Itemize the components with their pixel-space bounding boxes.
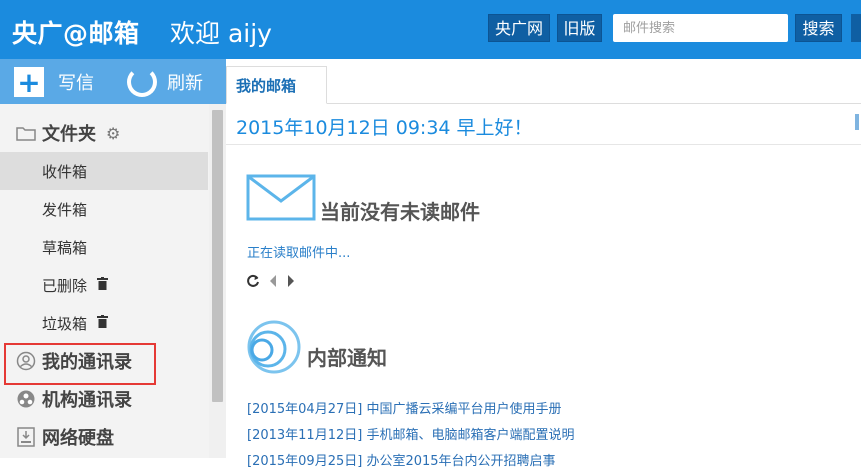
tab-my-mailbox[interactable]: 我的邮箱 xyxy=(226,66,327,104)
brand-logo: 央广@邮箱 xyxy=(12,19,140,48)
tab-bar: 我的邮箱 xyxy=(226,59,861,104)
cnr-link-button[interactable]: 央广网 xyxy=(488,14,550,42)
divider xyxy=(226,144,861,145)
sidebar-scrollbar[interactable] xyxy=(209,104,226,458)
folders-header[interactable]: 文件夹 ⚙ xyxy=(0,114,208,152)
old-version-button[interactable]: 旧版 xyxy=(557,14,602,42)
notices-title: 内部通知 xyxy=(307,346,387,370)
notice-rings-icon xyxy=(246,319,302,379)
sidebar-item-label: 发件箱 xyxy=(42,200,88,219)
greeting-text: 2015年10月12日 09:34 早上好！ xyxy=(236,117,533,139)
disk-icon xyxy=(14,427,38,447)
header-edge-button[interactable] xyxy=(851,14,861,42)
notice-link[interactable]: [2015年09月25日] 办公室2015年台内公开招聘启事 xyxy=(247,450,556,469)
refresh-small-icon[interactable] xyxy=(246,273,260,292)
top-header: 央广@邮箱 欢迎 aijy 央广网 旧版 搜索 xyxy=(0,0,861,59)
sidebar-item-inbox[interactable]: 收件箱 xyxy=(0,152,208,190)
sidebar-item-deleted[interactable]: 已删除 xyxy=(0,266,208,304)
envelope-icon xyxy=(246,174,316,225)
sidebar-item-org-contacts[interactable]: 机构通讯录 xyxy=(0,380,208,418)
notice-link[interactable]: [2015年04月27日] 中国广播云采编平台用户使用手册 xyxy=(247,398,561,417)
sidebar-item-label: 草稿箱 xyxy=(42,238,88,257)
sidebar-item-outbox[interactable]: 发件箱 xyxy=(0,190,208,228)
sidebar-item-spam[interactable]: 垃圾箱 xyxy=(0,304,208,342)
scrollbar-thumb[interactable] xyxy=(212,110,223,402)
search-button[interactable]: 搜索 xyxy=(795,14,842,42)
sidebar-item-label: 已删除 xyxy=(42,276,88,295)
sidebar-item-label: 垃圾箱 xyxy=(42,314,88,333)
folder-icon xyxy=(14,125,38,141)
compose-button[interactable]: + 写信 xyxy=(14,59,94,104)
prev-arrow-icon[interactable] xyxy=(268,273,278,292)
org-contacts-icon xyxy=(14,389,38,409)
org-contacts-label: 机构通讯录 xyxy=(42,390,132,411)
refresh-label: 刷新 xyxy=(167,72,203,94)
mail-controls xyxy=(246,273,296,292)
net-disk-label: 网络硬盘 xyxy=(42,428,114,449)
mail-search-input[interactable] xyxy=(613,14,788,42)
sidebar-item-label: 收件箱 xyxy=(42,162,88,181)
sidebar-item-net-disk[interactable]: 网络硬盘 xyxy=(0,418,208,456)
sidebar-item-drafts[interactable]: 草稿箱 xyxy=(0,228,208,266)
refresh-icon xyxy=(127,66,157,97)
gear-icon[interactable]: ⚙ xyxy=(106,124,120,143)
no-unread-title: 当前没有未读邮件 xyxy=(320,200,480,224)
loading-status: 正在读取邮件中... xyxy=(247,246,351,261)
folders-label: 文件夹 xyxy=(42,124,96,145)
welcome-text: 欢迎 aijy xyxy=(170,19,272,48)
panel-edge-marker xyxy=(855,114,859,130)
notice-link[interactable]: [2013年11月12日] 手机邮箱、电脑邮箱客户端配置说明 xyxy=(247,424,574,443)
refresh-button[interactable]: 刷新 xyxy=(127,59,203,104)
sidebar: 文件夹 ⚙ 收件箱 发件箱 草稿箱 已删除 垃圾箱 我的通讯录 机构通讯录 网络… xyxy=(0,104,226,458)
trash-icon[interactable] xyxy=(97,276,109,294)
trash-icon[interactable] xyxy=(97,314,109,332)
next-arrow-icon[interactable] xyxy=(286,273,296,292)
action-toolbar: + 写信 刷新 xyxy=(0,59,226,104)
compose-label: 写信 xyxy=(58,72,94,94)
plus-icon: + xyxy=(14,66,44,97)
highlight-box xyxy=(4,343,156,385)
